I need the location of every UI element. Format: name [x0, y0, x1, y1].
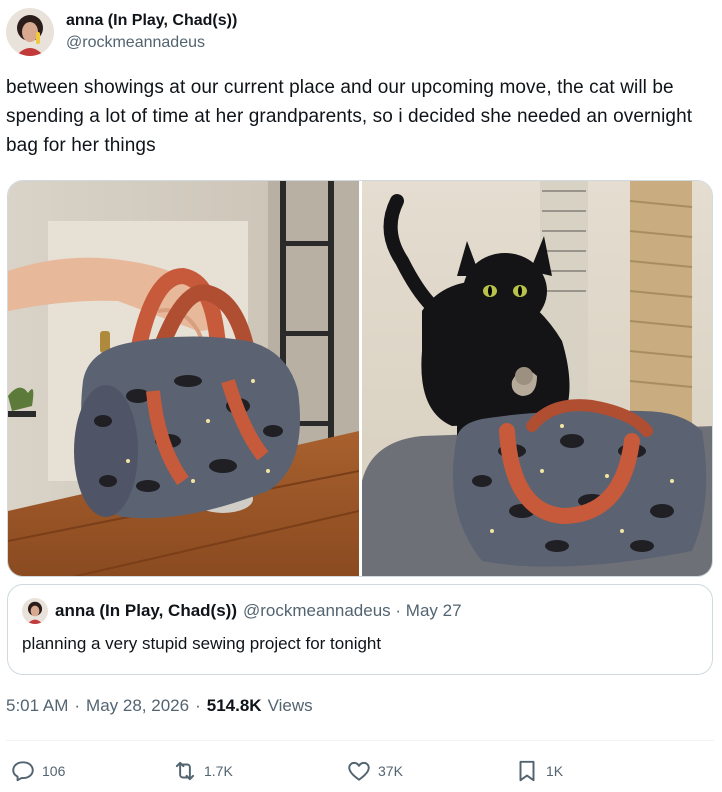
tweet-text: between showings at our current place an…: [6, 77, 693, 156]
repost-button[interactable]: 1.7K: [172, 756, 233, 786]
repost-icon: [172, 758, 198, 784]
quote-tweet[interactable]: anna (In Play, Chad(s)) @rockmeannadeus …: [7, 584, 713, 675]
bookmark-button[interactable]: 1K: [514, 756, 563, 786]
quote-text: planning a very stupid sewing project fo…: [22, 634, 382, 653]
quote-author-name: anna (In Play, Chad(s)): [55, 601, 237, 620]
tweet-date[interactable]: May 28, 2026: [86, 696, 189, 716]
tweet-header: anna (In Play, Chad(s)) @rockmeannadeus: [6, 4, 706, 60]
author-handle[interactable]: @rockmeannadeus: [66, 33, 237, 53]
tweet-media[interactable]: [7, 180, 713, 577]
reply-icon: [10, 758, 36, 784]
cat-photo-right[interactable]: [362, 181, 712, 576]
reply-count: 106: [42, 763, 66, 779]
meta-separator: ·: [195, 696, 201, 715]
repost-count: 1.7K: [204, 763, 233, 779]
quote-header: anna (In Play, Chad(s)) @rockmeannadeus …: [22, 597, 698, 625]
quote-author-meta: @rockmeannadeus · May 27: [243, 601, 462, 620]
author-display-name[interactable]: anna (In Play, Chad(s)): [66, 11, 237, 31]
author-avatar[interactable]: [6, 8, 54, 56]
like-count: 37K: [378, 763, 403, 779]
divider: [6, 740, 714, 741]
views-label: Views: [267, 696, 313, 715]
quote-author-avatar: [22, 598, 48, 624]
action-bar: 106 1.7K 37K 1K: [10, 756, 710, 786]
bookmark-count: 1K: [546, 763, 564, 779]
like-button[interactable]: 37K: [346, 756, 403, 786]
tweet-meta: 5:01 AM · May 28, 2026 · 514.8K Views: [6, 696, 313, 716]
bag-photo-left[interactable]: [8, 181, 359, 576]
views-count: 514.8K: [206, 696, 262, 715]
reply-button[interactable]: 106: [10, 756, 65, 786]
bookmark-icon: [514, 758, 540, 784]
meta-separator: ·: [74, 696, 81, 715]
tweet-time[interactable]: 5:01 AM: [6, 696, 68, 716]
heart-icon: [346, 758, 372, 784]
